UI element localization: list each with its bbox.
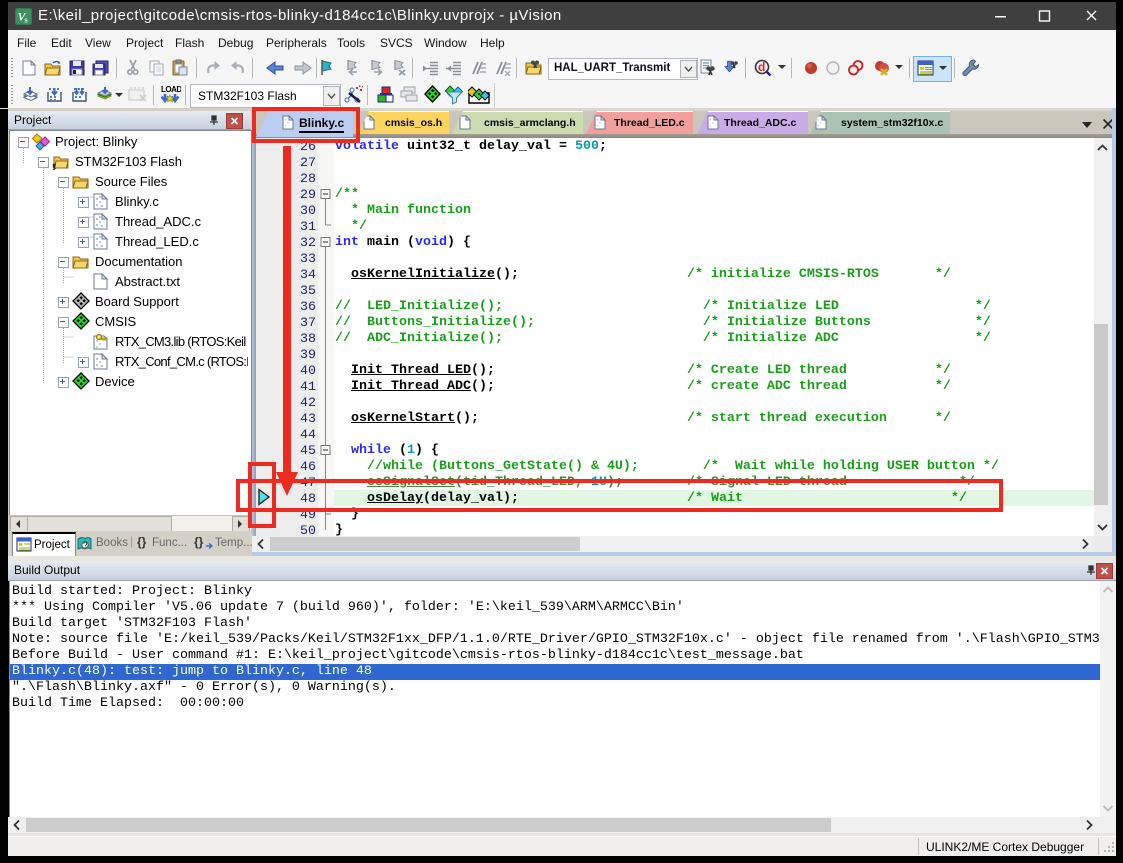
svg-text:LOAD: LOAD: [161, 85, 181, 94]
svg-text:?: ?: [83, 541, 88, 550]
svg-text:d: d: [758, 60, 765, 74]
svg-text:s: s: [25, 16, 28, 25]
